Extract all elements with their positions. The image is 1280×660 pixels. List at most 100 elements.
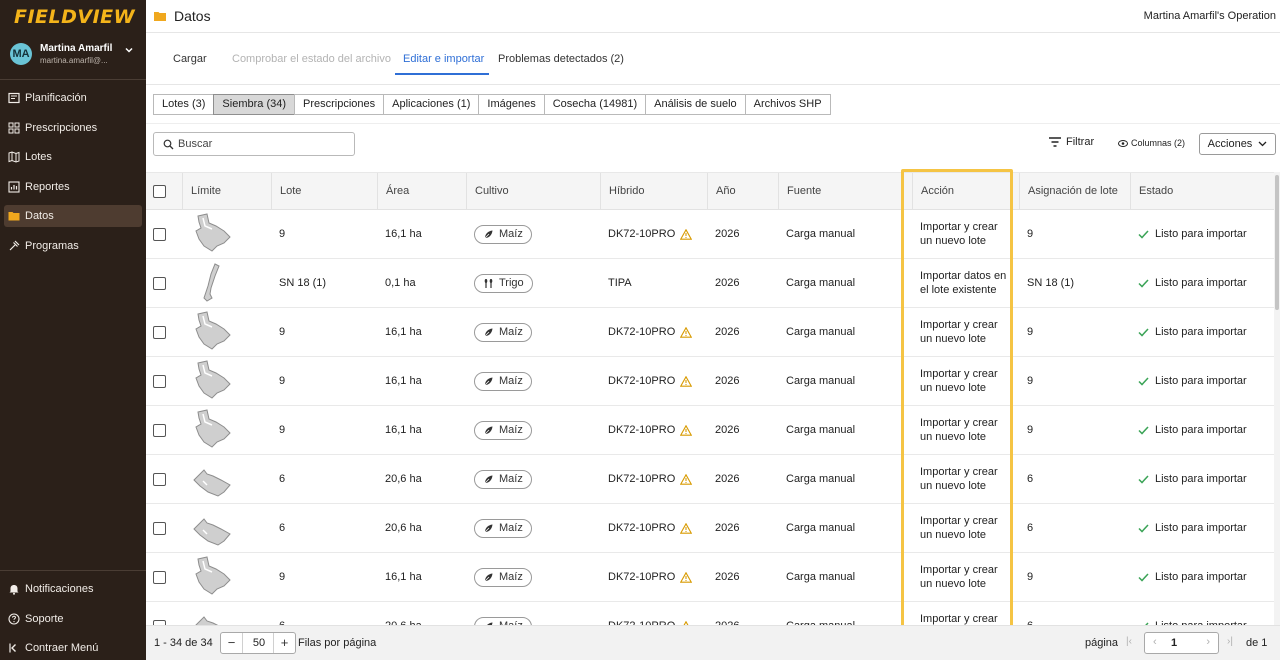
table-row[interactable]: SN 18 (1) 0,1 ha Trigo TIPA 2026 Carga manual… xyxy=(146,259,1274,308)
sidebar-item-soporte[interactable]: Soporte xyxy=(4,608,142,630)
table-row[interactable]: 6 20,6 ha Maíz DK72-10PRO 2026 Carga manual Im… xyxy=(146,602,1274,625)
asignacion-cell[interactable]: 9 xyxy=(1019,210,1033,258)
increment-button[interactable]: + xyxy=(273,633,295,653)
fieldview-logo[interactable]: FIELDVIEW xyxy=(14,6,135,28)
page-selector[interactable]: ‹ 1 › xyxy=(1144,632,1219,654)
column-header-accion[interactable]: Acción xyxy=(912,173,1019,210)
accion-cell[interactable]: Importar y crear un nuevo lote xyxy=(912,210,1008,258)
column-header-hibrido[interactable]: Híbrido xyxy=(600,173,707,210)
table-row[interactable]: 9 16,1 ha Maíz DK72-10PRO 2026 Carga manual Im… xyxy=(146,357,1274,406)
sidebar-item-label: Programas xyxy=(25,239,79,252)
asignacion-cell[interactable]: 9 xyxy=(1019,553,1033,601)
warning-icon[interactable] xyxy=(680,473,693,485)
tab-category-7[interactable]: Archivos SHP xyxy=(744,94,831,115)
step-problems[interactable]: Problemas detectados (2) xyxy=(498,53,624,65)
table-row[interactable]: 9 16,1 ha Maíz DK72-10PRO 2026 Carga manual Im… xyxy=(146,210,1274,259)
scrollbar-thumb[interactable] xyxy=(1275,175,1279,310)
row-checkbox[interactable] xyxy=(153,521,166,535)
hybrid-label: DK72-10PRO xyxy=(608,424,676,436)
column-header-asignacion[interactable]: Asignación de lote xyxy=(1019,173,1130,210)
accion-cell[interactable]: Importar datos en el lote existente xyxy=(912,259,1008,307)
warning-icon[interactable] xyxy=(680,326,693,338)
row-checkbox[interactable] xyxy=(153,276,166,290)
row-checkbox[interactable] xyxy=(153,472,166,486)
tab-category-3[interactable]: Aplicaciones (1) xyxy=(383,94,480,115)
rows-per-page-value[interactable]: 50 xyxy=(243,633,275,653)
columns-button[interactable]: Columnas (2) xyxy=(1118,138,1185,148)
sidebar-item-programas[interactable]: Programas xyxy=(4,235,142,257)
chevron-down-icon[interactable] xyxy=(124,45,134,58)
user-menu[interactable]: MA Martina Amarfil martina.amarfil@... xyxy=(10,42,136,68)
warning-icon[interactable] xyxy=(680,571,693,583)
table-row[interactable]: 6 20,6 ha Maíz DK72-10PRO 2026 Carga manual Im… xyxy=(146,504,1274,553)
tab-category-2[interactable]: Prescripciones xyxy=(294,94,385,115)
warning-icon[interactable] xyxy=(680,375,693,387)
asignacion-cell[interactable]: SN 18 (1) xyxy=(1019,259,1074,307)
actions-button[interactable]: Acciones xyxy=(1199,133,1276,155)
sidebar-item-prescripciones[interactable]: Prescripciones xyxy=(4,117,142,139)
table-row[interactable]: 9 16,1 ha Maíz DK72-10PRO 2026 Carga manual Im… xyxy=(146,308,1274,357)
asignacion-cell[interactable]: 9 xyxy=(1019,406,1033,454)
sidebar-item-notificaciones[interactable]: Notificaciones xyxy=(4,578,142,600)
select-all-checkbox[interactable] xyxy=(153,185,166,198)
last-page-icon[interactable]: ›| xyxy=(1227,636,1233,647)
sidebar-item-label: Soporte xyxy=(25,612,64,625)
warning-icon[interactable] xyxy=(680,228,693,240)
asignacion-cell[interactable]: 6 xyxy=(1019,455,1033,503)
row-checkbox[interactable] xyxy=(153,423,166,437)
rows-per-page-stepper[interactable]: − 50 + xyxy=(220,632,296,654)
row-checkbox[interactable] xyxy=(153,325,166,339)
sidebar-item-lotes[interactable]: Lotes xyxy=(4,146,142,168)
warning-icon[interactable] xyxy=(680,424,693,436)
warning-icon[interactable] xyxy=(680,522,693,534)
asignacion-cell[interactable]: 9 xyxy=(1019,357,1033,405)
asignacion-cell[interactable]: 6 xyxy=(1019,602,1033,625)
asignacion-cell[interactable]: 6 xyxy=(1019,504,1033,552)
row-checkbox[interactable] xyxy=(153,227,166,241)
accion-cell[interactable]: Importar y crear un nuevo lote xyxy=(912,406,1008,454)
step-check-status: Comprobar el estado del archivo xyxy=(232,53,391,65)
column-header-anio[interactable]: Año xyxy=(707,173,778,210)
column-header-estado[interactable]: Estado xyxy=(1130,173,1274,210)
sidebar-item-planificación[interactable]: Planificación xyxy=(4,87,142,109)
first-page-icon[interactable]: |‹ xyxy=(1126,636,1132,647)
row-select-cell xyxy=(146,455,166,503)
tab-category-4[interactable]: Imágenes xyxy=(478,94,545,115)
tab-category-0[interactable]: Lotes (3) xyxy=(153,94,215,115)
column-header-limite[interactable]: Límite xyxy=(182,173,271,210)
asignacion-cell[interactable]: 9 xyxy=(1019,308,1033,356)
filter-button[interactable]: Filtrar xyxy=(1049,136,1094,148)
next-page-icon[interactable]: › xyxy=(1206,636,1210,648)
search-box[interactable] xyxy=(153,132,355,156)
tab-category-1[interactable]: Siembra (34) xyxy=(213,94,295,115)
tab-category-5[interactable]: Cosecha (14981) xyxy=(543,94,647,115)
sidebar-item-datos[interactable]: Datos xyxy=(4,205,142,227)
crop-badge: Maíz xyxy=(474,616,532,625)
current-page[interactable]: 1 xyxy=(1171,637,1177,649)
search-input[interactable] xyxy=(178,136,348,152)
accion-cell[interactable]: Importar y crear un nuevo lote xyxy=(912,553,1008,601)
table-row[interactable]: 9 16,1 ha Maíz DK72-10PRO 2026 Carga manual Im… xyxy=(146,553,1274,602)
column-header-lote[interactable]: Lote xyxy=(271,173,377,210)
table-row[interactable]: 6 20,6 ha Maíz DK72-10PRO 2026 Carga manual Im… xyxy=(146,455,1274,504)
operation-name[interactable]: Martina Amarfil's Operation xyxy=(1144,10,1276,22)
row-checkbox[interactable] xyxy=(153,570,166,584)
sidebar-item-contraer-menú[interactable]: Contraer Menú xyxy=(4,637,142,659)
accion-cell[interactable]: Importar y crear un nuevo lote xyxy=(912,504,1008,552)
column-header-fuente[interactable]: Fuente xyxy=(778,173,912,210)
row-checkbox[interactable] xyxy=(153,374,166,388)
accion-cell[interactable]: Importar y crear un nuevo lote xyxy=(912,602,1008,625)
step-upload[interactable]: Cargar xyxy=(173,53,207,65)
step-edit-import[interactable]: Editar e importar xyxy=(403,53,484,65)
decrement-button[interactable]: − xyxy=(221,633,243,653)
accion-cell[interactable]: Importar y crear un nuevo lote xyxy=(912,308,1008,356)
boundary-cell xyxy=(182,357,236,405)
sidebar-item-reportes[interactable]: Reportes xyxy=(4,176,142,198)
column-header-cultivo[interactable]: Cultivo xyxy=(466,173,600,210)
accion-cell[interactable]: Importar y crear un nuevo lote xyxy=(912,357,1008,405)
table-row[interactable]: 9 16,1 ha Maíz DK72-10PRO 2026 Carga manual Im… xyxy=(146,406,1274,455)
column-header-area[interactable]: Área xyxy=(377,173,466,210)
accion-cell[interactable]: Importar y crear un nuevo lote xyxy=(912,455,1008,503)
tab-category-6[interactable]: Análisis de suelo xyxy=(645,94,746,115)
prev-page-icon[interactable]: ‹ xyxy=(1153,636,1157,648)
